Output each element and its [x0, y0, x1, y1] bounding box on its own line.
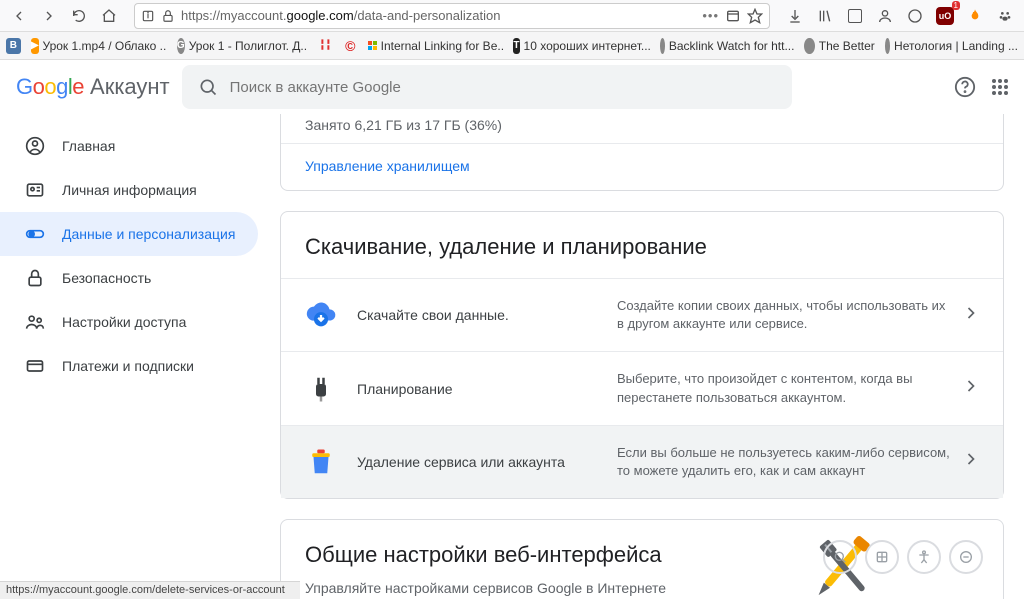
row-delete-service[interactable]: Удаление сервиса или аккаунта Если вы бо… [281, 425, 1003, 498]
id-card-icon [24, 179, 46, 201]
downloads-icon[interactable] [782, 3, 808, 29]
back-button[interactable] [6, 3, 32, 29]
nav-home[interactable]: Главная [0, 124, 258, 168]
home-button[interactable] [96, 3, 122, 29]
download-delete-card: Скачивание, удаление и планирование Скач… [280, 211, 1004, 499]
nav-label: Настройки доступа [62, 314, 186, 330]
card-subtitle: Управляйте настройками сервисов Google в… [281, 580, 1003, 599]
row-title: Удаление сервиса или аккаунта [357, 454, 617, 470]
account-search[interactable] [182, 65, 792, 109]
google-account-logo[interactable]: Google Аккаунт [16, 74, 170, 100]
nav-personal-info[interactable]: Личная информация [0, 168, 258, 212]
nav-label: Платежи и подписки [62, 358, 194, 374]
bookmark-star-icon[interactable] [747, 8, 763, 24]
bookmark-item[interactable]: © [343, 38, 358, 54]
trash-can-icon [303, 444, 339, 480]
input-setting-icon [949, 540, 983, 574]
status-bar: https://myaccount.google.com/delete-serv… [0, 581, 300, 599]
user-circle-icon [24, 135, 46, 157]
row-planning[interactable]: Планирование Выберите, что произойдет с … [281, 351, 1003, 424]
extension-generic-icon[interactable] [902, 3, 928, 29]
apps-grid-icon[interactable] [992, 79, 1008, 95]
search-setting-icon [823, 540, 857, 574]
plug-icon [303, 371, 339, 407]
row-title: Планирование [357, 381, 617, 397]
nav-label: Данные и персонализация [62, 226, 235, 242]
reader-icon[interactable] [725, 8, 741, 24]
paw-icon[interactable] [992, 3, 1018, 29]
chevron-right-icon [961, 376, 981, 401]
more-icon[interactable]: ••• [702, 8, 719, 23]
row-description: Выберите, что произойдет с контентом, ко… [617, 370, 961, 406]
main-content: Занято 6,21 ГБ из 17 ГБ (36%) Управление… [270, 114, 1024, 599]
toggle-icon [24, 223, 46, 245]
row-download-data[interactable]: Скачайте свои данные. Создайте копии сво… [281, 278, 1003, 351]
fire-icon[interactable] [962, 3, 988, 29]
help-icon[interactable] [954, 76, 976, 98]
search-icon [198, 77, 218, 97]
bookmark-item[interactable]: T10 хороших интернет... [513, 38, 649, 54]
search-input[interactable] [230, 79, 776, 96]
bookmark-item[interactable]: B [6, 38, 21, 54]
cloud-download-icon [303, 297, 339, 333]
ublock-icon[interactable]: uO 1 [932, 3, 958, 29]
reload-button[interactable] [66, 3, 92, 29]
browser-toolbar: https://myaccount.google.com/data-and-pe… [0, 0, 1024, 32]
bookmark-item[interactable]: ╏╏ [318, 38, 333, 54]
web-settings-card: Общие настройки веб-интерфейса Управляйт… [280, 519, 1004, 599]
chevron-right-icon [961, 303, 981, 328]
lock-icon [24, 267, 46, 289]
row-description: Если вы больше не пользуетесь каким-либо… [617, 444, 961, 480]
card-title: Скачивание, удаление и планирование [281, 212, 1003, 278]
bookmark-item[interactable]: Internal Linking for Be... [368, 38, 504, 54]
profile-icon[interactable] [872, 3, 898, 29]
bookmark-item[interactable]: Backlink Watch for htt... [660, 38, 795, 54]
accessibility-setting-icon [907, 540, 941, 574]
nav-label: Личная информация [62, 182, 197, 198]
card-icon [24, 355, 46, 377]
forward-button[interactable] [36, 3, 62, 29]
bookmark-item[interactable]: Нетология | Landing ... [885, 38, 1018, 54]
navigation-sidebar: Главная Личная информация Данные и персо… [0, 114, 270, 599]
google-header: Google Аккаунт [0, 60, 1024, 114]
url-text: https://myaccount.google.com/data-and-pe… [181, 8, 500, 23]
row-description: Создайте копии своих данных, чтобы испол… [617, 297, 961, 333]
lock-icon [161, 9, 175, 23]
bookmark-item[interactable]: The Better [804, 38, 874, 54]
bookmarks-bar: B ▶Урок 1.mp4 / Облако ... GУрок 1 - Пол… [0, 32, 1024, 60]
nav-label: Безопасность [62, 270, 151, 286]
nav-label: Главная [62, 138, 115, 154]
storage-card: Занято 6,21 ГБ из 17 ГБ (36%) Управление… [280, 114, 1004, 191]
nav-payments[interactable]: Платежи и подписки [0, 344, 258, 388]
url-bar[interactable]: https://myaccount.google.com/data-and-pe… [134, 3, 770, 29]
storage-usage-text: Занято 6,21 ГБ из 17 ГБ (36%) [281, 117, 1003, 143]
nav-data-personalization[interactable]: Данные и персонализация [0, 212, 258, 256]
row-title: Скачайте свои данные. [357, 307, 617, 323]
chevron-right-icon [961, 449, 981, 474]
nav-security[interactable]: Безопасность [0, 256, 258, 300]
people-icon [24, 311, 46, 333]
nav-sharing[interactable]: Настройки доступа [0, 300, 258, 344]
language-setting-icon [865, 540, 899, 574]
storage-manage-link[interactable]: Управление хранилищем [281, 144, 1003, 190]
library-icon[interactable] [812, 3, 838, 29]
sidebar-toggle-icon[interactable] [842, 3, 868, 29]
bookmark-item[interactable]: GУрок 1 - Полиглот. Д... [177, 38, 308, 54]
bookmark-item[interactable]: ▶Урок 1.mp4 / Облако ... [31, 38, 167, 54]
